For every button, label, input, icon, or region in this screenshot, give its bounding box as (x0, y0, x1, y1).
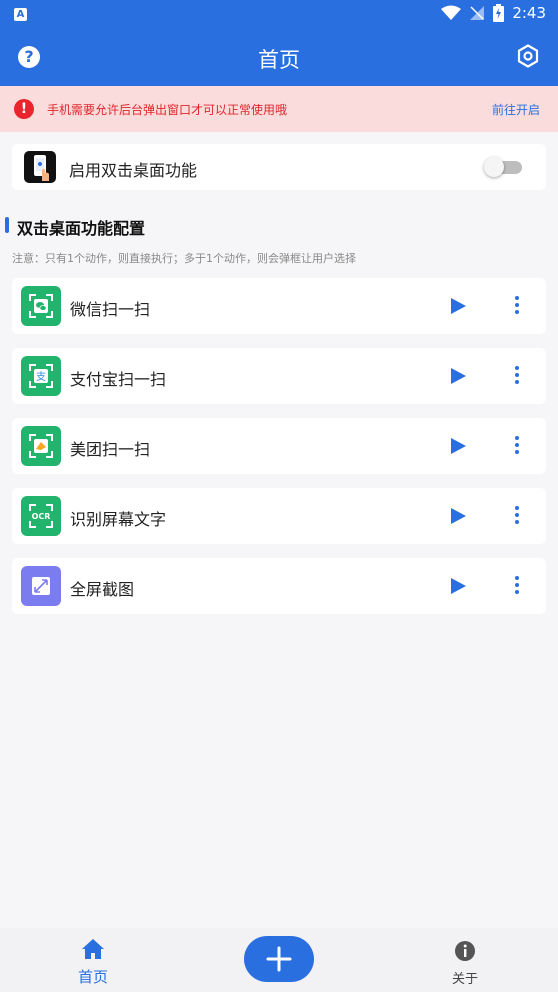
more-options-icon[interactable] (514, 436, 520, 456)
nav-about[interactable]: 关于 (432, 936, 498, 988)
action-label: 识别屏幕文字 (70, 510, 167, 529)
nav-home[interactable]: 首页 (60, 936, 126, 988)
more-options-icon[interactable] (514, 366, 520, 386)
more-options-icon[interactable] (514, 506, 520, 526)
action-ocr[interactable]: OCR 识别屏幕文字 (12, 488, 546, 544)
meituan-scan-icon (21, 426, 61, 466)
action-fullscreen-screenshot[interactable]: 全屏截图 (12, 558, 546, 614)
double-click-label: 启用双击桌面功能 (69, 161, 198, 180)
banner-message: 手机需要允许后台弹出窗口才可以正常使用哦 (47, 103, 288, 117)
more-options-icon[interactable] (514, 296, 520, 316)
alipay-scan-icon: 支 (21, 356, 61, 396)
bottom-nav: 首页 关于 (0, 928, 558, 992)
no-signal-icon (470, 6, 485, 20)
action-label: 全屏截图 (70, 580, 135, 599)
action-label: 微信扫一扫 (70, 300, 151, 319)
svg-text:OCR: OCR (32, 512, 51, 521)
home-icon (82, 939, 104, 959)
settings-icon[interactable] (516, 44, 540, 68)
status-icons: 2:43 (441, 4, 546, 22)
phone-tap-icon (24, 151, 56, 183)
clock: 2:43 (512, 4, 546, 22)
more-options-icon[interactable] (514, 576, 520, 596)
page-title: 首页 (258, 48, 300, 72)
nav-home-label: 首页 (77, 968, 108, 986)
permission-banner: ! 手机需要允许后台弹出窗口才可以正常使用哦 前往开启 (0, 86, 558, 132)
play-icon[interactable] (450, 578, 466, 594)
switch-knob (484, 157, 504, 177)
status-bar: A 2:43 (0, 0, 558, 30)
app-notification-icon: A (14, 8, 27, 21)
fullscreen-screenshot-icon (21, 566, 61, 606)
wifi-icon (441, 5, 462, 20)
alert-icon: ! (14, 99, 34, 119)
app-bar: ? 首页 (0, 30, 558, 86)
play-icon[interactable] (450, 368, 466, 384)
play-icon[interactable] (450, 298, 466, 314)
svg-text:支: 支 (36, 371, 46, 383)
play-icon[interactable] (450, 508, 466, 524)
play-icon[interactable] (450, 438, 466, 454)
info-icon (455, 941, 475, 961)
double-click-switch[interactable] (484, 157, 524, 177)
ocr-icon: OCR (21, 496, 61, 536)
wechat-scan-icon (21, 286, 61, 326)
action-label: 美团扫一扫 (70, 440, 151, 459)
action-label: 支付宝扫一扫 (70, 370, 167, 389)
action-wechat-scan[interactable]: 微信扫一扫 (12, 278, 546, 334)
action-meituan-scan[interactable]: 美团扫一扫 (12, 418, 546, 474)
action-alipay-scan[interactable]: 支 支付宝扫一扫 (12, 348, 546, 404)
add-action-button[interactable] (244, 936, 314, 982)
open-settings-link[interactable]: 前往开启 (492, 101, 540, 118)
double-click-toggle-card: 启用双击桌面功能 (12, 144, 546, 190)
section-note: 注意：只有1个动作，则直接执行；多于1个动作，则会弹框让用户选择 (12, 252, 356, 265)
plus-icon (266, 946, 292, 972)
battery-charging-icon (493, 4, 505, 22)
section-title: 双击桌面功能配置 (17, 219, 146, 238)
section-accent-bar (5, 217, 9, 233)
nav-about-label: 关于 (451, 972, 478, 987)
